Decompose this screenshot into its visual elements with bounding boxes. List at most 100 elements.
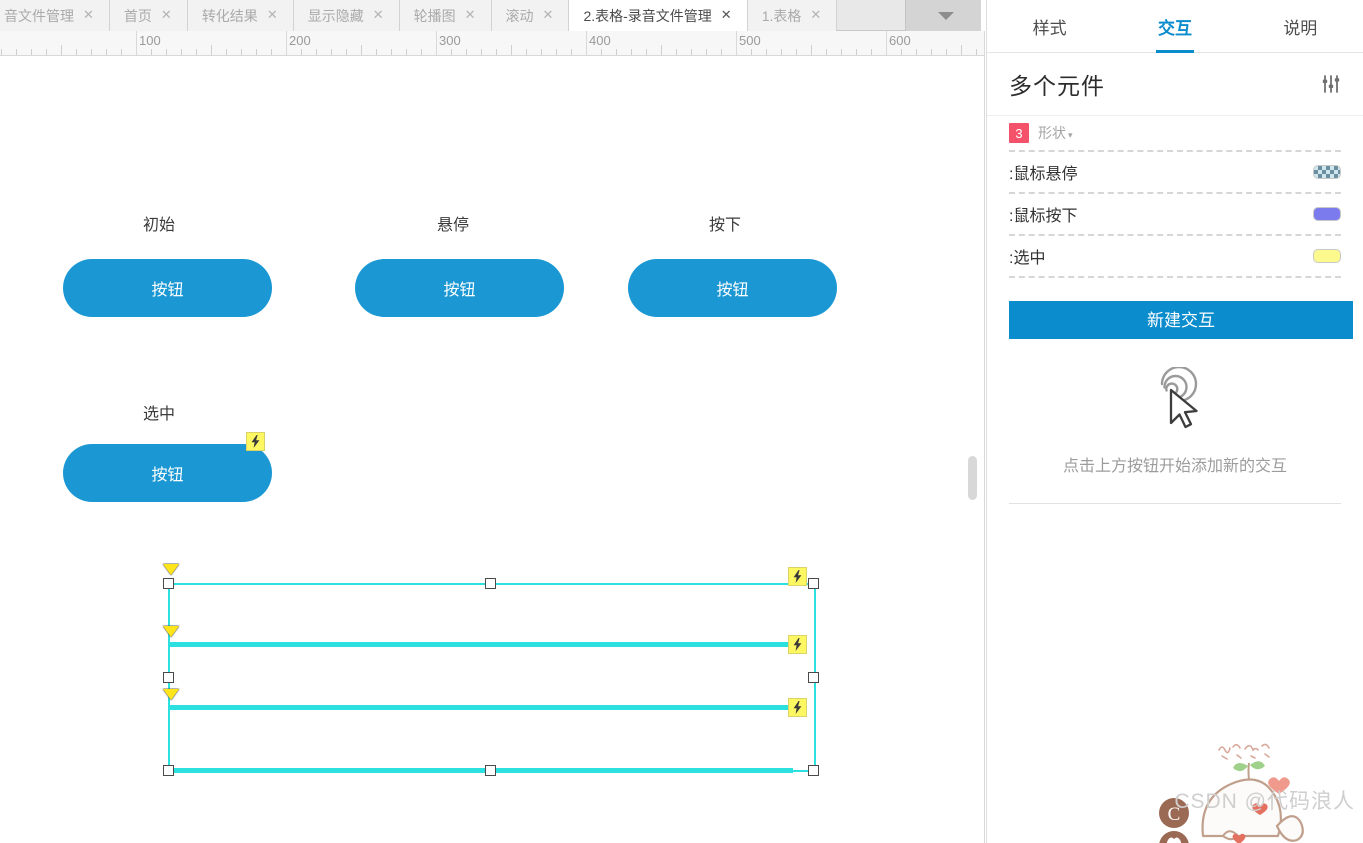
widget-type-selector[interactable]: 形状 ▾ (1038, 123, 1073, 143)
inspector-title-row: 多个元件 (987, 53, 1363, 116)
canvas-vertical-scrollbar[interactable] (968, 56, 977, 843)
close-icon[interactable]: ✕ (462, 7, 479, 24)
ruler-tick (181, 49, 182, 55)
ruler-tick (241, 49, 242, 55)
ruler-tick (406, 49, 407, 55)
ruler-tick (976, 49, 977, 55)
state-swatch-selected[interactable] (1313, 249, 1341, 263)
prototype-button-hover[interactable]: 按钮 (355, 259, 564, 317)
empty-state-hint: 点击上方按钮开始添加新的交互 (1062, 458, 1287, 475)
new-interaction-button[interactable]: 新建交互 (1009, 301, 1353, 339)
prototype-button-initial[interactable]: 按钮 (63, 259, 272, 317)
ruler-tick (706, 49, 707, 55)
ruler-tick (661, 45, 662, 55)
page-tab-label: 轮播图 (413, 7, 456, 24)
button-label: 按钮 (151, 282, 184, 299)
watermark-text: CSDN @代码浪人 (1174, 790, 1355, 813)
close-icon[interactable]: ✕ (540, 7, 557, 24)
ruler-tick (391, 49, 392, 55)
page-tab[interactable]: 轮播图 ✕ (399, 0, 492, 31)
resize-handle-top-left[interactable] (163, 578, 174, 589)
close-icon[interactable]: ✕ (807, 7, 824, 24)
lightning-bolt-icon[interactable] (788, 635, 807, 654)
page-tab[interactable]: 滚动 ✕ (491, 0, 570, 31)
state-row-pressed[interactable]: :鼠标按下 (987, 194, 1363, 234)
page-tab[interactable]: 首页 ✕ (109, 0, 188, 31)
page-tab[interactable]: 转化结果 ✕ (187, 0, 294, 31)
editor-panel-divider (984, 31, 985, 843)
ruler-tick (616, 49, 617, 55)
ruler-tick (901, 49, 902, 55)
ruler-tick (751, 49, 752, 55)
state-swatch-pressed[interactable] (1313, 207, 1341, 221)
rotation-anchor-icon[interactable] (163, 564, 179, 575)
state-row-selected[interactable]: :选中 (987, 236, 1363, 276)
design-canvas[interactable]: 初始 按钮 悬停 按钮 按下 按钮 选中 按钮 (0, 56, 985, 843)
page-tab[interactable]: 显示隐藏 ✕ (293, 0, 400, 31)
ruler-tick (721, 49, 722, 55)
resize-handle-bottom-right[interactable] (808, 765, 819, 776)
watermark-sticker: C (1127, 718, 1357, 843)
ruler-tick (646, 49, 647, 55)
page-tab[interactable]: 音文件管理 ✕ (0, 0, 110, 31)
selected-shape-line[interactable] (168, 642, 793, 647)
prototype-button-selected[interactable]: 按钮 (63, 444, 272, 502)
rotation-anchor-icon[interactable] (163, 626, 179, 637)
lightning-bolt-icon[interactable] (788, 567, 807, 586)
ruler-tick (211, 45, 212, 55)
tab-overflow-button[interactable] (905, 0, 985, 31)
state-row-hover[interactable]: :鼠标悬停 (987, 152, 1363, 192)
ruler-tick (346, 49, 347, 55)
rotation-anchor-icon[interactable] (163, 689, 179, 700)
tab-style[interactable]: 样式 (987, 0, 1112, 52)
selected-shape-line[interactable] (168, 768, 793, 773)
ruler-tick (526, 49, 527, 55)
ruler-label: 500 (739, 33, 761, 48)
ruler-tick (916, 49, 917, 55)
empty-state: 点击上方按钮开始添加新的交互 (987, 365, 1363, 476)
resize-handle-middle-right[interactable] (808, 672, 819, 683)
cursor-click-icon (1138, 365, 1212, 437)
horizontal-ruler[interactable]: 100 200 300 400 500 600 (0, 31, 985, 56)
page-tab[interactable]: 1.表格 ✕ (747, 0, 838, 31)
tab-label: 说明 (1283, 18, 1318, 38)
selected-shape-line[interactable] (168, 705, 793, 710)
state-swatch-hover[interactable] (1313, 165, 1341, 179)
resize-handle-bottom-center[interactable] (485, 765, 496, 776)
divider (1009, 276, 1341, 278)
ruler-tick (166, 49, 167, 55)
page-tab-active[interactable]: 2.表格-录音文件管理 ✕ (569, 0, 748, 31)
prototype-button-pressed[interactable]: 按钮 (628, 259, 837, 317)
ruler-tick (151, 49, 152, 55)
tab-interactions[interactable]: 交互 (1112, 0, 1237, 52)
ruler-tick (361, 45, 362, 55)
ruler-tick (301, 49, 302, 55)
lightning-bolt-icon[interactable] (788, 698, 807, 717)
resize-handle-top-center[interactable] (485, 578, 496, 589)
ruler-tick (871, 49, 872, 55)
resize-handle-bottom-left[interactable] (163, 765, 174, 776)
ruler-label: 200 (289, 33, 311, 48)
sliders-icon[interactable] (1321, 75, 1341, 93)
close-icon[interactable]: ✕ (80, 7, 97, 24)
page-tab-label: 2.表格-录音文件管理 (583, 7, 712, 24)
resize-handle-middle-left[interactable] (163, 672, 174, 683)
ruler-tick (946, 49, 947, 55)
state-name: :鼠标按下 (1009, 208, 1078, 225)
state-name: :选中 (1009, 250, 1046, 267)
page-tab-label: 转化结果 (201, 7, 258, 24)
ruler-tick (556, 49, 557, 55)
scrollbar-thumb[interactable] (968, 456, 977, 500)
tab-notes[interactable]: 说明 (1238, 0, 1363, 52)
close-icon[interactable]: ✕ (718, 7, 735, 24)
ruler-tick (61, 45, 62, 55)
ruler-tick (631, 49, 632, 55)
ruler-tick (31, 49, 32, 55)
close-icon[interactable]: ✕ (264, 7, 281, 24)
lightning-bolt-icon[interactable] (246, 432, 265, 451)
resize-handle-top-right[interactable] (808, 578, 819, 589)
close-icon[interactable]: ✕ (158, 7, 175, 24)
ruler-tick (466, 49, 467, 55)
close-icon[interactable]: ✕ (370, 7, 387, 24)
page-tab-label: 1.表格 (761, 7, 802, 24)
